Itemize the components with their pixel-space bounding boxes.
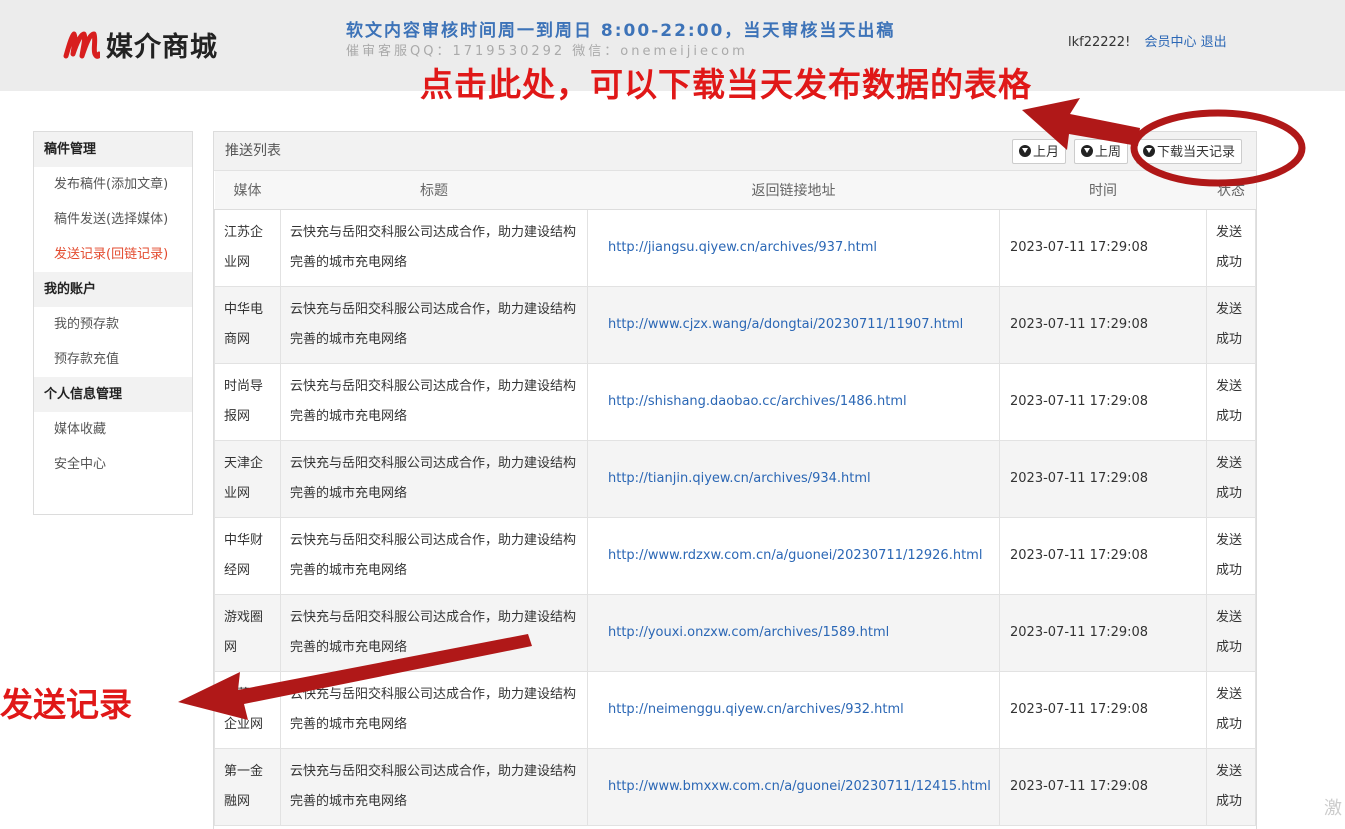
site-logo[interactable]: 媒介商城: [62, 24, 218, 64]
table-header-row: 媒体 标题 返回链接地址 时间 状态: [214, 171, 1256, 210]
logout-link[interactable]: 退出: [1201, 35, 1227, 50]
cell-title: 云快充与岳阳交科服公司达成合作，助力建设结构完善的城市充电网络: [280, 439, 588, 518]
download-icon: [1143, 145, 1155, 157]
sidebar-item-send-record[interactable]: 发送记录(回链记录): [34, 237, 192, 272]
cell-link[interactable]: http://shishang.daobao.cc/archives/1486.…: [587, 362, 1000, 441]
cell-link[interactable]: http://www.rdzxw.com.cn/a/guonei/2023071…: [587, 516, 1000, 595]
cell-link[interactable]: http://www.cjzx.wang/a/dongtai/20230711/…: [587, 285, 1000, 364]
cell-link[interactable]: http://tianjin.qiyew.cn/archives/934.htm…: [587, 439, 1000, 518]
cell-status: 发送成功: [1206, 439, 1256, 518]
annotation-send-record: 发送记录: [0, 685, 132, 724]
cell-time: 2023-07-11 17:29:08: [999, 439, 1207, 518]
cell-time: 2023-07-11 17:29:08: [999, 670, 1207, 749]
col-link: 返回链接地址: [587, 171, 1000, 210]
cell-title: 云快充与岳阳交科服公司达成合作，助力建设结构完善的城市充电网络: [280, 747, 588, 826]
cell-title: 云快充与岳阳交科服公司达成合作，助力建设结构完善的城市充电网络: [280, 516, 588, 595]
col-status: 状态: [1206, 171, 1256, 210]
sidebar-group-account: 我的账户: [34, 272, 192, 307]
sidebar: 稿件管理 发布稿件(添加文章) 稿件发送(选择媒体) 发送记录(回链记录) 我的…: [33, 131, 193, 515]
cell-link[interactable]: http://jiangsu.qiyew.cn/archives/937.htm…: [587, 208, 1000, 287]
annotation-download-hint: 点击此处，可以下载当天发布数据的表格: [420, 65, 1032, 104]
cell-media: 天津企业网: [214, 439, 281, 518]
push-list-table: 媒体 标题 返回链接地址 时间 状态 江苏企业网 云快充与岳阳交科服公司达成合作，…: [214, 171, 1256, 826]
cell-media: 内蒙古企业网: [214, 670, 281, 749]
sidebar-item-deposit[interactable]: 我的预存款: [34, 307, 192, 342]
contact-notice: 催审客服QQ：1719530292 微信：onemeijiecom: [346, 44, 748, 59]
cell-media: 中华财经网: [214, 516, 281, 595]
table-row: 游戏圈网 云快充与岳阳交科服公司达成合作，助力建设结构完善的城市充电网络 http:…: [214, 593, 1256, 672]
user-area: lkf22222! 会员中心 退出: [1068, 31, 1227, 50]
cell-status: 发送成功: [1206, 516, 1256, 595]
cell-title: 云快充与岳阳交科服公司达成合作，助力建设结构完善的城市充电网络: [280, 593, 588, 672]
cell-time: 2023-07-11 17:29:08: [999, 593, 1207, 672]
review-time-notice: 软文内容审核时间周一到周日 8:00-22:00，当天审核当天出稿: [346, 21, 896, 41]
cell-title: 云快充与岳阳交科服公司达成合作，助力建设结构完善的城市充电网络: [280, 285, 588, 364]
cell-title: 云快充与岳阳交科服公司达成合作，助力建设结构完善的城市充电网络: [280, 208, 588, 287]
sidebar-item-favorites[interactable]: 媒体收藏: [34, 412, 192, 447]
username: lkf22222!: [1068, 35, 1131, 50]
panel-title: 推送列表: [225, 143, 281, 159]
cell-media: 中华电商网: [214, 285, 281, 364]
table-row: 中华财经网 云快充与岳阳交科服公司达成合作，助力建设结构完善的城市充电网络 http…: [214, 516, 1256, 595]
cell-media: 时尚导报网: [214, 362, 281, 441]
table-row: 第一金融网 云快充与岳阳交科服公司达成合作，助力建设结构完善的城市充电网络 http…: [214, 747, 1256, 826]
sidebar-item-security[interactable]: 安全中心: [34, 447, 192, 482]
cell-time: 2023-07-11 17:29:08: [999, 208, 1207, 287]
table-row: 天津企业网 云快充与岳阳交科服公司达成合作，助力建设结构完善的城市充电网络 http…: [214, 439, 1256, 518]
download-icon: [1019, 145, 1031, 157]
table-row: 江苏企业网 云快充与岳阳交科服公司达成合作，助力建设结构完善的城市充电网络 http…: [214, 208, 1256, 287]
last-week-button[interactable]: 上周: [1074, 139, 1129, 164]
cell-status: 发送成功: [1206, 285, 1256, 364]
cell-link[interactable]: http://youxi.onzxw.com/archives/1589.htm…: [587, 593, 1000, 672]
cell-status: 发送成功: [1206, 747, 1256, 826]
cell-status: 发送成功: [1206, 670, 1256, 749]
last-month-button[interactable]: 上月: [1012, 139, 1067, 164]
sidebar-item-send[interactable]: 稿件发送(选择媒体): [34, 202, 192, 237]
cell-status: 发送成功: [1206, 362, 1256, 441]
sidebar-item-publish[interactable]: 发布稿件(添加文章): [34, 167, 192, 202]
cell-media: 江苏企业网: [214, 208, 281, 287]
download-icon: [1081, 145, 1093, 157]
sidebar-group-profile: 个人信息管理: [34, 377, 192, 412]
member-center-link[interactable]: 会员中心: [1144, 35, 1196, 50]
logo-text: 媒介商城: [106, 31, 218, 63]
watermark: 激: [1324, 798, 1342, 819]
cell-title: 云快充与岳阳交科服公司达成合作，助力建设结构完善的城市充电网络: [280, 670, 588, 749]
cell-status: 发送成功: [1206, 208, 1256, 287]
table-row: 中华电商网 云快充与岳阳交科服公司达成合作，助力建设结构完善的城市充电网络 http…: [214, 285, 1256, 364]
cell-title: 云快充与岳阳交科服公司达成合作，助力建设结构完善的城市充电网络: [280, 362, 588, 441]
cell-time: 2023-07-11 17:29:08: [999, 362, 1207, 441]
col-time: 时间: [999, 171, 1207, 210]
cell-time: 2023-07-11 17:29:08: [999, 747, 1207, 826]
col-title: 标题: [280, 171, 588, 210]
cell-status: 发送成功: [1206, 593, 1256, 672]
push-list-panel: 推送列表 上月 上周 下载当天记录 媒体 标题 返回链接地址 时间 状态 江苏企…: [213, 131, 1257, 829]
cell-link[interactable]: http://www.bmxxw.com.cn/a/guonei/2023071…: [587, 747, 1000, 826]
download-today-button[interactable]: 下载当天记录: [1136, 139, 1243, 164]
cell-time: 2023-07-11 17:29:08: [999, 516, 1207, 595]
cell-media: 游戏圈网: [214, 593, 281, 672]
table-row: 时尚导报网 云快充与岳阳交科服公司达成合作，助力建设结构完善的城市充电网络 http…: [214, 362, 1256, 441]
cell-time: 2023-07-11 17:29:08: [999, 285, 1207, 364]
logo-m-icon: [63, 31, 100, 59]
cell-media: 第一金融网: [214, 747, 281, 826]
cell-link[interactable]: http://neimenggu.qiyew.cn/archives/932.h…: [587, 670, 1000, 749]
sidebar-group-manuscript: 稿件管理: [34, 132, 192, 167]
panel-header: 推送列表 上月 上周 下载当天记录: [214, 132, 1256, 171]
table-row: 内蒙古企业网 云快充与岳阳交科服公司达成合作，助力建设结构完善的城市充电网络 htt…: [214, 670, 1256, 749]
sidebar-item-recharge[interactable]: 预存款充值: [34, 342, 192, 377]
col-media: 媒体: [214, 171, 281, 210]
